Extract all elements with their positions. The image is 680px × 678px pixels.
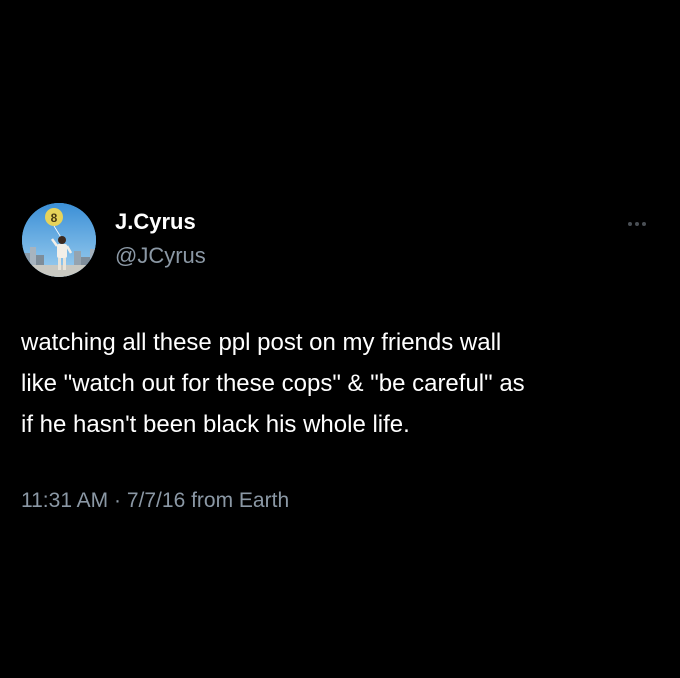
tweet-text: watching all these ppl post on my friend…	[21, 329, 525, 438]
display-name[interactable]: J.Cyrus	[115, 209, 196, 235]
tweet-time[interactable]: 11:31 AM	[21, 489, 108, 512]
meta-separator: ·	[114, 489, 122, 512]
avatar-badge: 8	[51, 211, 58, 225]
user-handle[interactable]: @JCyrus	[115, 243, 206, 269]
avatar[interactable]: 8	[22, 203, 96, 277]
more-options-icon[interactable]	[624, 214, 654, 234]
avatar-image: 8	[22, 203, 96, 277]
tweet-card: 8 J.Cyrus @JCyrus watching all these ppl…	[0, 0, 680, 678]
tweet-source: from Earth	[191, 489, 290, 512]
tweet-meta: 11:31 AM · 7/7/16 from Earth	[21, 489, 289, 513]
tweet-date[interactable]: 7/7/16	[127, 489, 185, 512]
